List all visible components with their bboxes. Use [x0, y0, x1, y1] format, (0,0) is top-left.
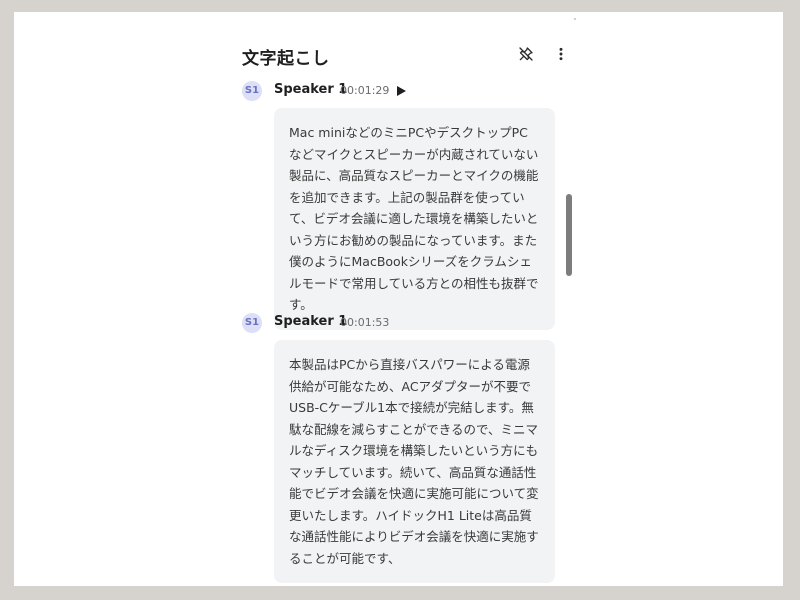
timestamp[interactable]: 00:01:29 — [340, 84, 389, 97]
avatar: S1 — [242, 313, 262, 333]
pin-off-icon[interactable] — [514, 42, 538, 66]
scrollbar-thumb[interactable] — [566, 194, 572, 276]
speaker-name: Speaker 1 — [274, 314, 348, 329]
speaker-row: S1 Speaker 1 00:01:53 — [242, 312, 572, 334]
transcript-text: 本製品はPCから直接バスパワーによる電源供給が可能なため、ACアダプターが不要で… — [274, 340, 555, 583]
panel-header: 文字起こし — [242, 42, 572, 70]
app-screen: 文字起こし S1 Speaker 1 00:01:29 Mac miniなどのミ… — [14, 12, 783, 586]
transcript-panel: 文字起こし S1 Speaker 1 00:01:29 Mac miniなどのミ… — [242, 12, 572, 586]
speaker-name: Speaker 1 — [274, 82, 348, 97]
transcript-text: Mac miniなどのミニPCやデスクトップPCなどマイクとスピーカーが内蔵され… — [274, 108, 555, 330]
more-vert-icon[interactable] — [549, 42, 573, 66]
speaker-row: S1 Speaker 1 00:01:29 — [242, 80, 572, 102]
divider — [574, 18, 576, 20]
avatar: S1 — [242, 81, 262, 101]
timestamp[interactable]: 00:01:53 — [340, 316, 389, 329]
play-icon[interactable] — [392, 82, 410, 100]
page-title: 文字起こし — [242, 49, 330, 69]
